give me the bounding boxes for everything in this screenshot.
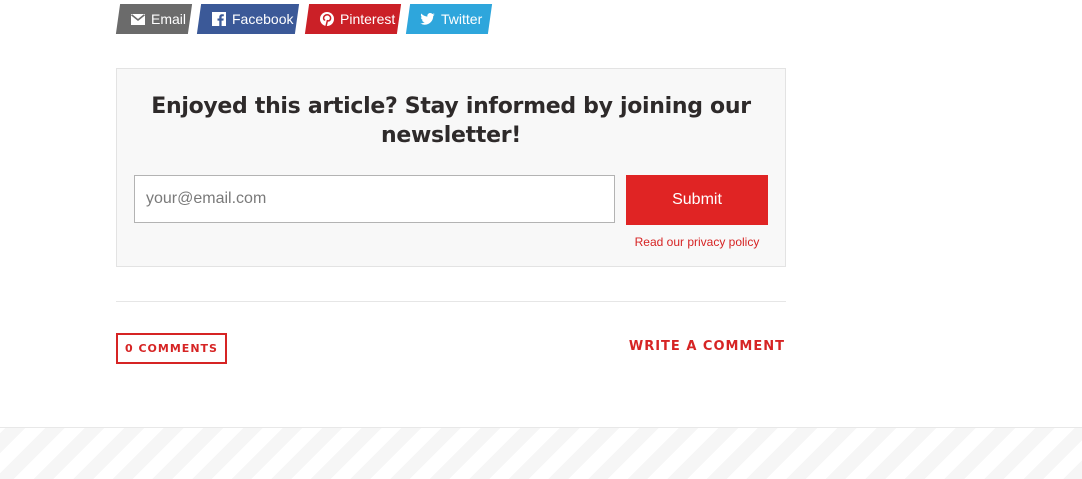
share-facebook-label: Facebook bbox=[232, 11, 294, 27]
footer-striped-band bbox=[0, 427, 1082, 479]
comments-count-button[interactable]: 0 COMMENTS bbox=[116, 333, 227, 364]
privacy-policy-link[interactable]: Read our privacy policy bbox=[626, 235, 768, 249]
share-twitter-label: Twitter bbox=[441, 11, 483, 27]
pinterest-icon bbox=[319, 12, 334, 27]
share-email-label: Email bbox=[151, 11, 187, 27]
newsletter-submit-button[interactable]: Submit bbox=[626, 175, 768, 225]
section-divider bbox=[116, 301, 786, 302]
share-facebook-button[interactable]: Facebook bbox=[196, 4, 300, 34]
envelope-icon bbox=[130, 12, 145, 27]
share-email-button[interactable]: Email bbox=[115, 4, 193, 34]
newsletter-title: Enjoyed this article? Stay informed by j… bbox=[151, 94, 751, 148]
newsletter-email-input[interactable] bbox=[134, 175, 615, 223]
facebook-icon bbox=[211, 12, 226, 27]
page: Email Facebook Pinterest Twitter Enjoyed… bbox=[0, 0, 1082, 479]
share-pinterest-label: Pinterest bbox=[340, 11, 396, 27]
share-pinterest-button[interactable]: Pinterest bbox=[304, 4, 402, 34]
twitter-icon bbox=[420, 12, 435, 27]
newsletter-box: Enjoyed this article? Stay informed by j… bbox=[116, 68, 786, 267]
write-comment-link[interactable]: WRITE A COMMENT bbox=[629, 339, 785, 354]
share-twitter-button[interactable]: Twitter bbox=[405, 4, 493, 34]
